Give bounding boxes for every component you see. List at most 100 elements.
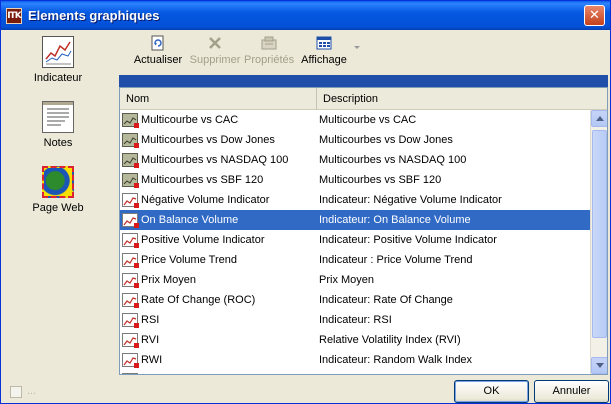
table-row[interactable]: RWI Indicateur: Random Walk Index bbox=[120, 350, 591, 370]
delete-button[interactable]: Supprimer bbox=[189, 32, 241, 72]
table-row[interactable]: Multicourbes vs Dow Jones Multicourbes vs… bbox=[120, 130, 591, 150]
title-bar[interactable]: ITK Elements graphiques ✕ bbox=[1, 1, 610, 30]
cell-description: Indicateur: Positive Volume Indicator bbox=[319, 234, 497, 246]
arrow-up-icon bbox=[596, 116, 604, 121]
cell-description: Indicateur : Price Volume Trend bbox=[319, 254, 473, 266]
table-row[interactable]: Prix Moyen Prix Moyen bbox=[120, 270, 591, 290]
cell-name: RSI bbox=[141, 314, 160, 326]
sidebar-item-indicateur[interactable]: Indicateur bbox=[5, 36, 111, 84]
badge-icon bbox=[134, 203, 139, 208]
badge-icon bbox=[134, 363, 139, 368]
arrow-down-icon bbox=[596, 363, 604, 368]
badge-icon bbox=[134, 143, 139, 148]
cell-description: Prix Moyen bbox=[319, 274, 375, 286]
badge-icon bbox=[134, 303, 139, 308]
list-rows: Multicourbe vs CAC Multicourbe vs CAC Mult… bbox=[120, 110, 591, 374]
cell-description: Multicourbes vs SBF 120 bbox=[319, 174, 442, 186]
properties-button[interactable]: Propriétés bbox=[244, 32, 294, 72]
table-row[interactable]: Négative Volume Indicator Indicateur: Nég… bbox=[120, 190, 591, 210]
cell-description: Multicourbe vs CAC bbox=[319, 114, 417, 126]
badge-icon bbox=[134, 243, 139, 248]
cell-name: Price Volume Trend bbox=[141, 254, 237, 266]
delete-label: Supprimer bbox=[189, 54, 241, 66]
indicator-icon bbox=[122, 353, 139, 368]
table-row[interactable]: RSI Indicateur: RSI bbox=[120, 310, 591, 330]
table-row[interactable]: RVI Relative Volatility Index (RVI) bbox=[120, 330, 591, 350]
badge-icon bbox=[134, 223, 139, 228]
cell-description: Relative Volatility Index (RVI) bbox=[319, 334, 461, 346]
ok-button[interactable]: OK bbox=[454, 380, 529, 403]
notes-icon bbox=[42, 101, 74, 133]
table-row[interactable]: Multicourbes vs NASDAQ 100 Multicourbes v… bbox=[120, 150, 591, 170]
sidebar-item-label: Page Web bbox=[32, 202, 84, 214]
multi-curve-icon bbox=[122, 133, 139, 148]
cell-name: Multicourbes vs Dow Jones bbox=[141, 134, 275, 146]
badge-icon bbox=[134, 263, 139, 268]
scroll-down-button[interactable] bbox=[591, 357, 607, 374]
elements-list: Nom Description Multicourbe vs CAC Multic… bbox=[119, 87, 608, 375]
cancel-button[interactable]: Annuler bbox=[534, 380, 609, 403]
cell-name: Rate Of Change (ROC) bbox=[141, 294, 256, 306]
footer-dots: ... bbox=[27, 385, 37, 397]
badge-icon bbox=[134, 283, 139, 288]
view-label: Affichage bbox=[301, 54, 347, 66]
badge-icon bbox=[134, 163, 139, 168]
cell-description: Indicateur: Random Walk Index bbox=[319, 354, 473, 366]
indicator-icon bbox=[122, 273, 139, 288]
indicator-icon bbox=[122, 313, 139, 328]
cell-description: SAR bbox=[319, 370, 342, 374]
indicator-icon bbox=[122, 373, 138, 374]
refresh-button[interactable]: Actualiser bbox=[133, 32, 183, 72]
table-row[interactable]: Multicourbe vs CAC Multicourbe vs CAC bbox=[120, 110, 591, 130]
cell-description: Indicateur: Négative Volume Indicator bbox=[319, 194, 502, 206]
delete-icon bbox=[207, 35, 223, 51]
indicator-icon bbox=[122, 233, 139, 248]
table-row[interactable]: SAR SAR bbox=[120, 370, 591, 374]
window-title: Elements graphiques bbox=[28, 8, 160, 23]
column-header-name[interactable]: Nom bbox=[120, 88, 317, 110]
refresh-icon bbox=[150, 35, 166, 51]
chevron-down-icon[interactable] bbox=[354, 46, 360, 49]
dialog-window: ITK Elements graphiques ✕ Indicateur Not… bbox=[0, 0, 611, 404]
cell-name: SAR bbox=[141, 370, 164, 374]
accent-bar bbox=[119, 75, 608, 87]
badge-icon bbox=[134, 343, 139, 348]
cell-description: Indicateur: On Balance Volume bbox=[319, 214, 471, 226]
column-header-description[interactable]: Description bbox=[317, 88, 607, 110]
chart-icon bbox=[42, 36, 74, 68]
indicator-icon bbox=[122, 213, 139, 228]
cell-name: Multicourbe vs CAC bbox=[141, 114, 239, 126]
badge-icon bbox=[134, 183, 139, 188]
app-icon: ITK bbox=[6, 7, 22, 24]
multi-curve-icon bbox=[122, 173, 139, 188]
indicator-icon bbox=[122, 193, 139, 208]
web-page-icon bbox=[42, 166, 74, 198]
table-row[interactable]: Price Volume Trend Indicateur : Price Vol… bbox=[120, 250, 591, 270]
multi-curve-icon bbox=[122, 153, 139, 168]
table-row[interactable]: Positive Volume Indicator Indicateur: Pos… bbox=[120, 230, 591, 250]
cell-name: Négative Volume Indicator bbox=[141, 194, 270, 206]
cell-name: RVI bbox=[141, 334, 160, 346]
table-row[interactable]: Rate Of Change (ROC) Indicateur: Rate Of … bbox=[120, 290, 591, 310]
view-icon bbox=[316, 35, 332, 51]
cell-description: Multicourbes vs NASDAQ 100 bbox=[319, 154, 467, 166]
toolbar: Actualiser Supprimer Propriétés Affichag… bbox=[119, 30, 608, 73]
refresh-label: Actualiser bbox=[133, 54, 183, 66]
table-row[interactable]: Multicourbes vs SBF 120 Multicourbes vs S… bbox=[120, 170, 591, 190]
indicator-icon bbox=[122, 253, 139, 268]
cell-description: Multicourbes vs Dow Jones bbox=[319, 134, 453, 146]
sidebar-item-notes[interactable]: Notes bbox=[5, 101, 111, 149]
close-button[interactable]: ✕ bbox=[584, 5, 605, 26]
properties-label: Propriétés bbox=[244, 54, 295, 66]
scroll-up-button[interactable] bbox=[591, 110, 607, 127]
vertical-scrollbar[interactable] bbox=[590, 110, 607, 374]
cell-description: Indicateur: RSI bbox=[319, 314, 392, 326]
cell-name: Prix Moyen bbox=[141, 274, 197, 286]
sidebar-item-label: Notes bbox=[43, 137, 73, 149]
view-button[interactable]: Affichage bbox=[297, 32, 351, 72]
table-row[interactable]: On Balance Volume Indicateur: On Balance … bbox=[120, 210, 591, 230]
scroll-thumb[interactable] bbox=[592, 130, 607, 338]
indicator-icon bbox=[122, 293, 139, 308]
sidebar-item-page-web[interactable]: Page Web bbox=[5, 166, 111, 214]
footer-checkbox[interactable] bbox=[10, 386, 22, 398]
